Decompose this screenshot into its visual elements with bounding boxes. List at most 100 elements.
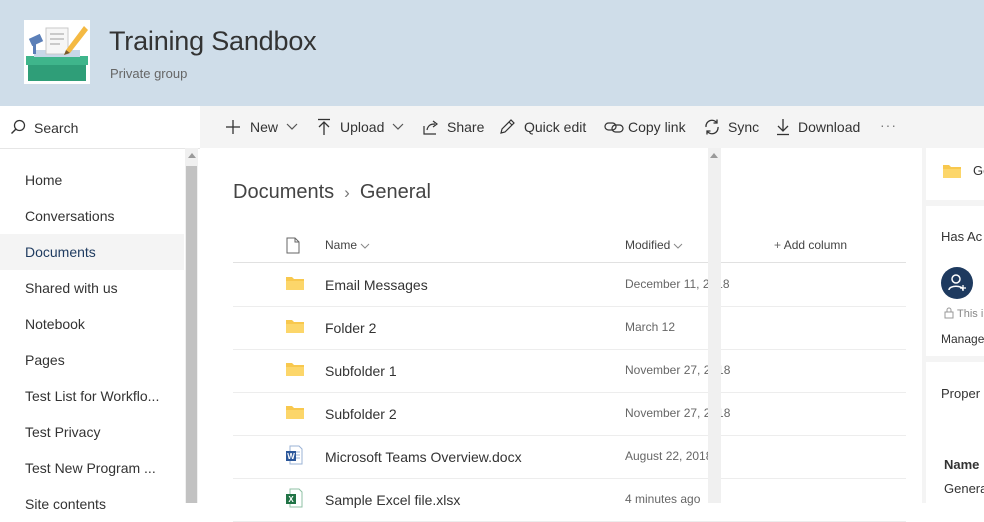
nav-item-label: Shared with us	[25, 280, 118, 296]
file-modified: March 12	[625, 320, 676, 334]
search-box[interactable]: Search	[0, 106, 200, 149]
nav-item-label: Test New Program ...	[25, 460, 156, 476]
folder-icon	[286, 320, 304, 333]
column-header-modified[interactable]: Modified	[625, 238, 683, 252]
site-privacy-label: Private group	[110, 66, 188, 81]
nav-item-notebook[interactable]: Notebook	[0, 306, 184, 342]
file-name[interactable]: Subfolder 1	[325, 363, 397, 379]
plus-icon: +	[774, 238, 784, 252]
nav-item-label: Site contents	[25, 496, 106, 512]
document-library: Documents › General Name Modified + Add co…	[200, 148, 908, 522]
file-name[interactable]: Subfolder 2	[325, 406, 397, 422]
upload-label: Upload	[340, 119, 385, 135]
download-button[interactable]: Download	[775, 106, 865, 148]
details-folder-name: Ge	[973, 163, 984, 178]
column-header-name[interactable]: Name	[325, 238, 370, 252]
folder-icon	[286, 406, 304, 419]
nav-item-test-list[interactable]: Test List for Workflo...	[0, 378, 184, 414]
nav-item-documents[interactable]: Documents	[0, 234, 184, 270]
main-scrollbar[interactable]	[708, 148, 721, 503]
breadcrumb: Documents › General	[233, 181, 431, 204]
upload-icon	[318, 118, 330, 135]
search-label: Search	[34, 120, 79, 136]
download-label: Download	[798, 119, 861, 135]
copy-link-label: Copy link	[628, 119, 686, 135]
file-row[interactable]: Subfolder 2 November 27, 2018	[233, 392, 906, 436]
add-column-button[interactable]: + Add column	[774, 238, 847, 252]
nav-item-label: Home	[25, 172, 63, 188]
privacy-note: This i	[957, 308, 984, 320]
lock-icon	[944, 307, 954, 319]
share-label: Share	[447, 119, 485, 135]
upload-button[interactable]: Upload	[316, 106, 408, 148]
file-row[interactable]: W Microsoft Teams Overview.docx August 2…	[233, 435, 906, 479]
excel-file-icon: X	[286, 488, 303, 508]
breadcrumb-root[interactable]: Documents	[233, 181, 334, 203]
file-name[interactable]: Microsoft Teams Overview.docx	[325, 449, 522, 465]
nav-item-site-contents[interactable]: Site contents	[0, 486, 184, 522]
sync-label: Sync	[728, 119, 760, 135]
left-navigation: Search Home Conversations Documents Shar…	[0, 106, 200, 512]
nav-item-label: Test List for Workflo...	[25, 388, 160, 404]
file-modified: 4 minutes ago	[625, 492, 701, 506]
more-options-button[interactable]: ···	[880, 106, 904, 148]
file-name[interactable]: Email Messages	[325, 277, 428, 293]
download-icon	[777, 119, 789, 136]
property-name-value: Genera	[944, 481, 984, 496]
quick-edit-label: Quick edit	[524, 119, 587, 135]
file-name[interactable]: Folder 2	[325, 320, 376, 336]
nav-item-label: Documents	[25, 244, 96, 260]
nav-item-conversations[interactable]: Conversations	[0, 198, 184, 234]
nav-item-home[interactable]: Home	[0, 162, 184, 198]
quick-edit-button[interactable]: Quick edit	[498, 106, 590, 148]
sync-button[interactable]: Sync	[703, 106, 763, 148]
modified-header-label: Modified	[625, 238, 671, 252]
nav-item-test-new-program[interactable]: Test New Program ...	[0, 450, 184, 486]
manage-access-link[interactable]: Manage	[941, 332, 984, 346]
chevron-down-icon	[674, 243, 683, 249]
name-header-label: Name	[325, 238, 358, 252]
word-file-icon: W	[286, 445, 303, 465]
command-bar: New Upload Share Quick edit Copy link Sy…	[200, 106, 984, 148]
folder-icon	[286, 277, 304, 290]
site-header: Training Sandbox Private group	[0, 0, 984, 106]
file-row[interactable]: Folder 2 March 12	[233, 306, 906, 350]
chevron-down-icon	[286, 123, 298, 130]
sync-icon	[705, 119, 719, 135]
file-type-header-icon[interactable]	[286, 237, 300, 254]
group-logo-icon[interactable]	[24, 20, 90, 84]
file-row[interactable]: X Sample Excel file.xlsx 4 minutes ago	[233, 478, 906, 522]
scroll-up-arrow[interactable]	[710, 153, 718, 158]
plus-icon	[226, 120, 240, 134]
share-icon	[423, 120, 438, 135]
share-button[interactable]: Share	[422, 106, 484, 148]
details-header: Ge	[926, 148, 984, 200]
breadcrumb-separator-icon: ›	[344, 183, 350, 202]
nav-item-test-privacy[interactable]: Test Privacy	[0, 414, 184, 450]
new-button[interactable]: New	[224, 106, 304, 148]
file-row[interactable]: Subfolder 1 November 27, 2018	[233, 349, 906, 393]
copy-link-button[interactable]: Copy link	[604, 106, 690, 148]
site-title[interactable]: Training Sandbox	[109, 26, 317, 57]
nav-scrollbar[interactable]	[185, 148, 198, 503]
file-modified: August 22, 2018	[625, 449, 713, 463]
nav-item-pages[interactable]: Pages	[0, 342, 184, 378]
svg-text:W: W	[287, 452, 295, 461]
details-panel: Ge Has Ac This i Manage Proper Name Gene…	[922, 148, 984, 503]
has-access-heading: Has Ac	[941, 229, 983, 244]
folder-icon	[286, 363, 304, 376]
nav-item-shared-with-us[interactable]: Shared with us	[0, 270, 184, 306]
access-card: Has Ac This i Manage	[926, 206, 984, 356]
add-person-icon[interactable]	[941, 267, 973, 299]
search-icon	[11, 119, 26, 134]
file-name[interactable]: Sample Excel file.xlsx	[325, 492, 460, 508]
scroll-up-arrow[interactable]	[188, 153, 196, 158]
nav-item-label: Test Privacy	[25, 424, 101, 440]
folder-icon	[943, 165, 961, 178]
property-name-label: Name	[944, 457, 980, 472]
scrollbar-thumb[interactable]	[186, 166, 197, 503]
breadcrumb-current[interactable]: General	[360, 181, 431, 203]
chevron-down-icon	[360, 243, 370, 249]
add-column-label: Add column	[783, 238, 848, 252]
file-row[interactable]: Email Messages December 11, 2018	[233, 263, 906, 307]
